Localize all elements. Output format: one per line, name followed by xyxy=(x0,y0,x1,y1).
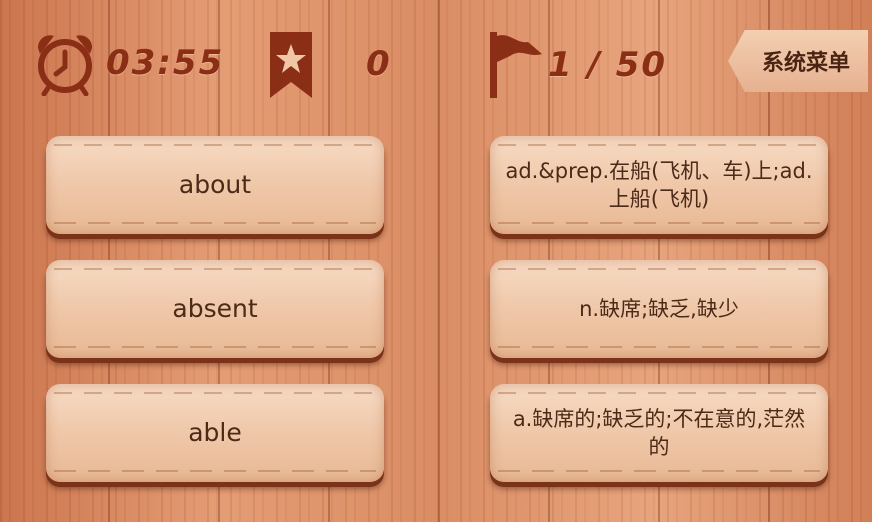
alarm-clock-icon xyxy=(37,35,93,96)
timer-group: 03:55 xyxy=(32,30,224,96)
stars-count: 0 xyxy=(366,44,392,84)
word-card-2[interactable]: absent xyxy=(46,260,384,358)
system-menu-button[interactable]: 系统菜单 xyxy=(728,30,868,92)
definition-text: ad.&prep.在船(飞机、车)上;ad.上船(飞机) xyxy=(505,158,813,211)
definition-text: n.缺席;缺乏,缺少 xyxy=(579,296,739,321)
hud-bar: 03:55 0 1 / 50 系统菜单 xyxy=(0,0,872,110)
definition-card-2[interactable]: n.缺席;缺乏,缺少 xyxy=(490,260,828,358)
star-bookmark xyxy=(268,30,314,100)
word-card-3[interactable]: able xyxy=(46,384,384,482)
system-menu-label: 系统菜单 xyxy=(761,51,850,76)
star-bookmark-icon xyxy=(270,32,312,98)
definition-card-3[interactable]: a.缺席的;缺乏的;不在意的,茫然的 xyxy=(490,384,828,482)
word-text: about xyxy=(178,170,252,200)
progress-value: 1 / 50 xyxy=(548,45,668,85)
definition-text: a.缺席的;缺乏的;不在意的,茫然的 xyxy=(512,406,806,459)
stars-group: 0 xyxy=(366,44,392,84)
timer-value: 03:55 xyxy=(106,43,225,83)
word-text: able xyxy=(188,418,242,448)
definition-card-1[interactable]: ad.&prep.在船(飞机、车)上;ad.上船(飞机) xyxy=(490,136,828,234)
progress-group: 1 / 50 xyxy=(488,30,667,100)
word-text: absent xyxy=(172,294,258,324)
flag-icon xyxy=(490,32,542,98)
word-card-1[interactable]: about xyxy=(46,136,384,234)
